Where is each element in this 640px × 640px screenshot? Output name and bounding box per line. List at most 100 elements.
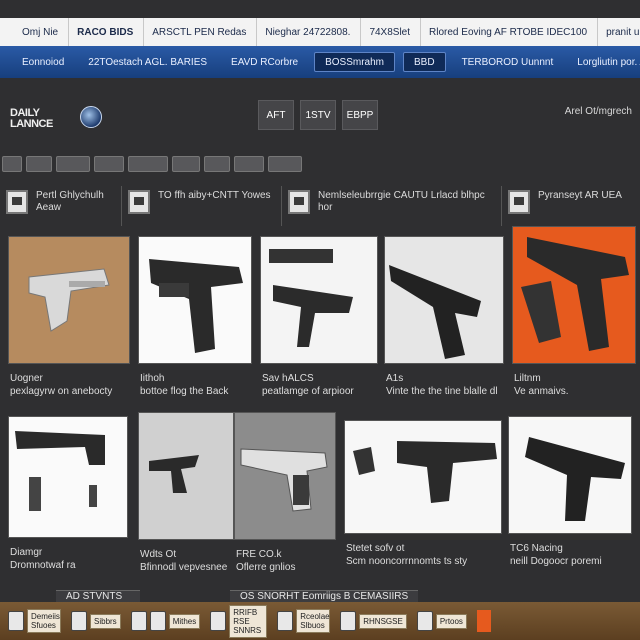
toolbar-icon[interactable] (128, 156, 168, 172)
card-title: FRE CO.k (236, 549, 282, 560)
card-desc: Bfinnodl vepvesnee (140, 562, 228, 573)
top-link[interactable]: RACO BIDS (69, 18, 145, 46)
app-icon (416, 611, 433, 631)
taskbar-item[interactable]: RRIFB RSE SNNRS (210, 604, 268, 638)
toolbar-icon[interactable] (172, 156, 200, 172)
bottom-tab[interactable]: OS SNORHT Eomriigs B CEMASIIRS (230, 590, 419, 602)
app-icon (149, 611, 166, 631)
card-desc: peatlamge of arpioor (262, 386, 354, 397)
pistol-image[interactable] (508, 416, 632, 534)
taskbar-item[interactable]: Prtoos (416, 611, 467, 631)
category-item[interactable]: Pyranseyt AR UEA (502, 186, 640, 226)
taskbar-item[interactable]: Sibbrs (71, 611, 121, 631)
category-row: Pertl Ghlychulh Aeaw TO ffh aiby+CNTT Yo… (0, 186, 640, 226)
product-card[interactable]: Uogner pexlagyrw on anebocty (8, 236, 130, 398)
taskbar-item[interactable]: Rceolae Slbuos (277, 609, 331, 633)
app-icon (8, 611, 24, 631)
pistol-image[interactable] (384, 236, 504, 364)
header-button[interactable]: AFT (258, 100, 294, 130)
app-icon (340, 611, 357, 631)
card-title: Diamgr (10, 547, 43, 558)
category-icon (128, 190, 150, 214)
taskbar-label: RRIFB RSE SNNRS (229, 604, 268, 638)
app-icon (130, 611, 147, 631)
bottom-tabs: AD STVNTS OS SNORHT Eomriigs B CEMASIIRS (56, 590, 616, 602)
header-button[interactable]: ЕВРР (342, 100, 378, 130)
header-right-link[interactable]: Arel Ot/mgrech (565, 106, 632, 117)
taskbar-label: RHNSGSE (359, 613, 407, 629)
category-icon (288, 190, 310, 214)
taskbar-item[interactable]: Demeiis Sfuoes (8, 609, 61, 633)
category-item[interactable]: Pertl Ghlychulh Aeaw (0, 186, 122, 226)
card-title: A1s (386, 373, 404, 384)
product-card[interactable]: Wdts Ot Bfinnodl vepvesnee (138, 412, 234, 574)
nav-item[interactable]: Eonnoiod (10, 46, 76, 78)
pistol-image[interactable] (512, 226, 636, 364)
card-title: Liltnm (514, 373, 541, 384)
category-label: Pertl Ghlychulh Aeaw (36, 190, 104, 213)
card-desc: bottoe flog the Back (140, 386, 229, 397)
toolbar-icon[interactable] (94, 156, 124, 172)
site-header: DAILY LANNCE AFT 1STV ЕВРР Arel Ot/mgrec… (0, 90, 640, 144)
pistol-image[interactable] (138, 236, 252, 364)
taskbar-label: Rceolae Slbuos (296, 609, 331, 633)
toolbar-icon[interactable] (268, 156, 302, 172)
nav-item[interactable]: EAVD RCorbre (219, 46, 310, 78)
card-title: Wdts Ot (140, 549, 177, 560)
pistol-image[interactable] (8, 236, 130, 364)
top-utility-bar: Omj Nie RACO BIDS ARSCTL PEN Redas Niegh… (0, 18, 640, 46)
taskbar-label: Sibbrs (90, 613, 121, 629)
bottom-tab[interactable]: AD STVNTS (56, 590, 140, 602)
emblem-icon (80, 106, 102, 128)
toolbar-icon[interactable] (234, 156, 264, 172)
taskbar-label: Mithes (168, 613, 201, 629)
app-icon (277, 611, 294, 631)
top-link[interactable]: ARSCTL PEN Redas (144, 18, 258, 46)
top-link[interactable]: 74X8Slet (361, 18, 422, 46)
product-card[interactable]: Liltnm Ve anmaivs. (512, 226, 636, 398)
top-link[interactable]: Nieghar 24722808. (257, 18, 362, 46)
product-card[interactable]: A1s Vinte the the tine blalle dl (384, 236, 504, 398)
product-card[interactable]: Sav hALCS peatlamge of arpioor (260, 236, 378, 398)
pistol-image[interactable] (234, 412, 336, 540)
pistol-frame-image[interactable] (138, 412, 234, 540)
category-item[interactable]: Nemlseleubrrgie CAUTU Lrlacd blhpc hor (282, 186, 502, 226)
pistol-image[interactable] (344, 420, 502, 534)
pistol-parts-image[interactable] (8, 416, 128, 538)
card-desc: Scm nooncorrnnomts ts sty (346, 556, 468, 567)
notification-icon[interactable] (476, 610, 491, 632)
card-title: TC6 Nacing (510, 543, 563, 554)
card-title: Stetet sofv ot (346, 543, 405, 554)
product-card[interactable]: Iithoh bottoe flog the Back (138, 236, 252, 398)
card-title: Sav hALCS (262, 373, 314, 384)
top-link[interactable]: pranit urrd U (598, 18, 640, 46)
site-logo[interactable]: DAILY LANNCE (10, 108, 70, 130)
toolbar-icon[interactable] (26, 156, 52, 172)
app-icon (210, 611, 227, 631)
top-link[interactable]: Rlored Eoving AF RTOBE IDEC100 (421, 18, 599, 46)
product-card[interactable]: TC6 Nacing neill Dogoocr poremi (508, 416, 632, 568)
pistol-parts-image[interactable] (260, 236, 378, 364)
card-title: Iithoh (140, 373, 165, 384)
nav-item-active[interactable]: BOSSmrahm (314, 52, 395, 72)
app-icon (71, 611, 87, 631)
header-button[interactable]: 1STV (300, 100, 336, 130)
toolbar-icon[interactable] (204, 156, 230, 172)
taskbar-item[interactable]: Mithes (130, 611, 201, 631)
nav-item-active[interactable]: BBD (403, 52, 446, 72)
header-buttons: AFT 1STV ЕВРР (258, 100, 378, 130)
nav-item[interactable]: TERBOROD Uunnnt (450, 46, 566, 78)
category-icon (508, 190, 530, 214)
product-card[interactable]: Stetet sofv ot Scm nooncorrnnomts ts sty (344, 420, 502, 568)
product-card[interactable]: Diamgr Dromnotwaf ra (8, 416, 128, 572)
nav-item[interactable]: 22TOestach AGL. BARIES (76, 46, 219, 78)
top-link[interactable]: Omj Nie (14, 18, 70, 46)
toolbar-icon[interactable] (56, 156, 90, 172)
product-card[interactable]: FRE CO.k Oflerre gnlios (234, 412, 336, 574)
nav-item[interactable]: Lorgliutin por. Aenig (565, 46, 640, 78)
toolbar-icon[interactable] (2, 156, 22, 172)
card-desc: neill Dogoocr poremi (510, 556, 602, 567)
main-nav: Eonnoiod 22TOestach AGL. BARIES EAVD RCo… (0, 46, 640, 78)
taskbar-item[interactable]: RHNSGSE (340, 611, 407, 631)
category-item[interactable]: TO ffh aiby+CNTT Yowes (122, 186, 282, 226)
